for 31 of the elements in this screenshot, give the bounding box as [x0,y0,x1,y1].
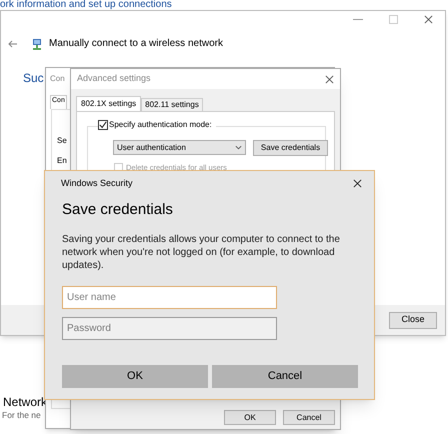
chevron-icon [235,145,242,150]
network-icon [31,38,43,50]
save-credentials-button[interactable]: Save credentials [253,140,328,156]
dialog-title: Windows Security [61,177,133,190]
close-button[interactable]: Close [389,312,437,328]
cancel-button[interactable]: Cancel [212,365,358,388]
password-field[interactable]: Password [62,317,277,340]
cancel-button[interactable]: Cancel [283,410,335,425]
page-header: ork information and set up connections [0,0,172,10]
auth-mode-dropdown[interactable]: User authentication [113,140,246,155]
dialog-heading: Save credentials [61,200,174,220]
field-label: Se [57,136,67,146]
close-icon[interactable] [353,179,362,188]
properties-title: Con [50,73,65,85]
wizard-title: Manually connect to a wireless network [49,37,223,51]
checkbox[interactable] [98,120,108,130]
ok-button[interactable]: OK [224,410,276,425]
close-icon[interactable] [325,74,334,84]
section-text: For the ne [2,409,41,422]
window-title: Advanced settings [77,72,151,86]
close-icon[interactable] [424,15,433,24]
ok-button[interactable]: OK [62,365,208,388]
tab[interactable]: 802.11 settings [141,98,203,111]
username-field[interactable]: User name [62,286,277,309]
checkbox-label: Specify authentication mode: [109,119,212,131]
wizard-heading: Suc [23,70,44,87]
back-arrow-icon[interactable] [8,38,18,48]
field-label: En [57,156,67,166]
tab[interactable]: 802.1X settings [76,96,142,111]
section-title: Network [3,394,48,411]
dialog-message: Saving your credentials allows your computer to connect to the network when you're not logged on (for example, to download updates). [61,233,341,272]
